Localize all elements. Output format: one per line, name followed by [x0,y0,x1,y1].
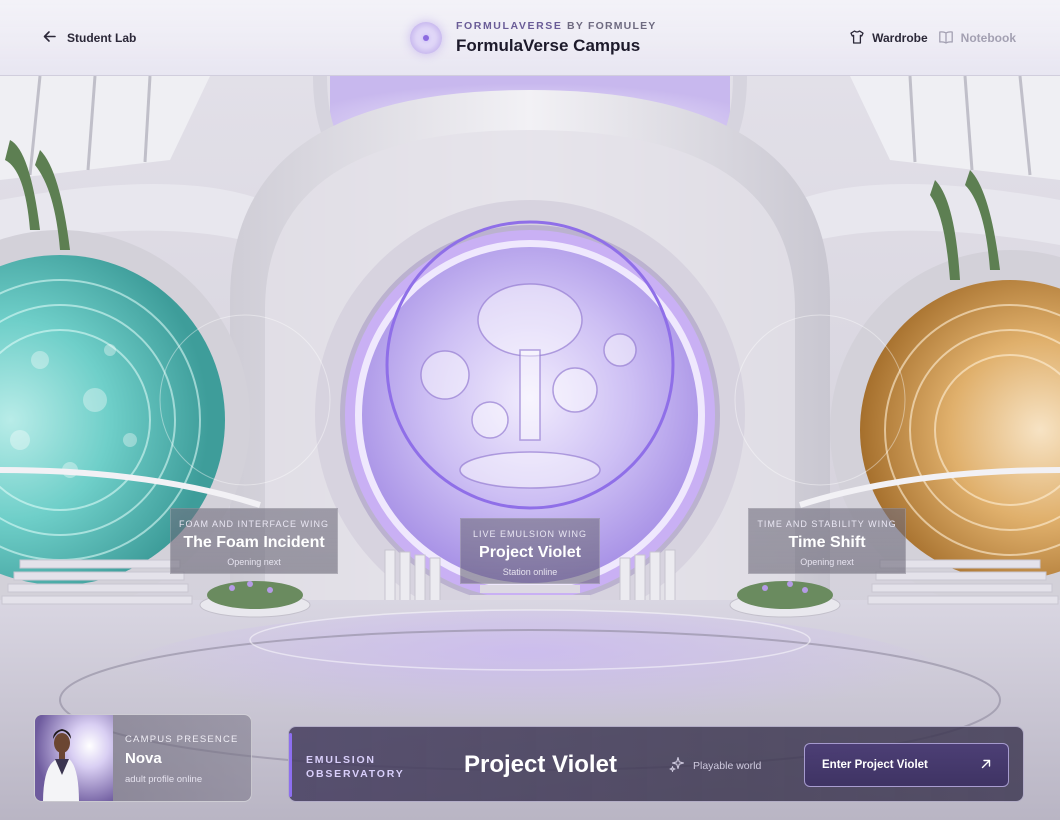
wing-foam-incident[interactable]: FOAM AND INTERFACE WING The Foam Inciden… [170,508,338,574]
wing-status: Station online [502,567,558,577]
campus-scene [0,0,1060,820]
campus-atrium-illustration [0,0,1060,820]
presence-status: adult profile online [125,774,203,785]
nav-notebook-label: Notebook [960,31,1016,45]
presence-name: Nova [125,750,162,767]
formulaverse-logo-icon [410,22,442,54]
shirt-icon [849,29,865,48]
wing-title: Project Violet [479,544,581,561]
wing-status: Opening next [800,557,854,567]
sparkles-icon [669,756,685,775]
bar-title: Project Violet [464,751,617,778]
enter-button-label: Enter Project Violet [822,759,928,771]
nav-wardrobe[interactable]: Wardrobe [849,29,928,48]
bar-accent-stripe [289,733,292,797]
wing-kicker: LIVE EMULSION WING [472,529,588,539]
nav-notebook[interactable]: Notebook [938,29,1016,48]
campus-presence-card[interactable]: CAMPUS PRESENCE Nova adult profile onlin… [34,714,252,802]
header-nav: Wardrobe Notebook [849,26,1016,50]
observatory-bar: EMULSION OBSERVATORY Project Violet Play… [288,726,1024,802]
top-header: Student Lab FORMULAVERSE BY FORMULEY For… [0,0,1060,76]
playable-world-indicator: Playable world [669,756,761,775]
wing-time-shift[interactable]: TIME AND STABILITY WING Time Shift Openi… [748,508,906,574]
brand-kicker-by: BY FORMULEY [567,20,657,32]
brand-block: FORMULAVERSE BY FORMULEY FormulaVerse Ca… [410,14,656,62]
wing-title: The Foam Incident [183,534,325,551]
back-link-label: Student Lab [67,31,137,45]
brand-kicker-name: FORMULAVERSE [456,20,563,32]
presence-kicker: CAMPUS PRESENCE [125,734,239,745]
arrow-left-icon [42,29,57,47]
enter-project-violet-button[interactable]: Enter Project Violet [804,743,1009,787]
page-title: FormulaVerse Campus [456,36,641,55]
bar-kicker: EMULSION OBSERVATORY [306,754,405,780]
brand-kicker: FORMULAVERSE BY FORMULEY [456,20,656,32]
avatar [35,715,113,801]
arrow-up-right-icon [980,758,992,773]
wing-kicker: TIME AND STABILITY WING [757,519,897,529]
wing-title: Time Shift [788,534,866,551]
book-icon [938,29,954,48]
wing-project-violet[interactable]: LIVE EMULSION WING Project Violet Statio… [460,518,600,584]
back-to-student-lab-link[interactable]: Student Lab [42,26,136,50]
playable-world-label: Playable world [693,759,762,772]
wing-kicker: FOAM AND INTERFACE WING [178,519,329,529]
nav-wardrobe-label: Wardrobe [872,31,928,45]
wing-status: Opening next [227,557,281,567]
